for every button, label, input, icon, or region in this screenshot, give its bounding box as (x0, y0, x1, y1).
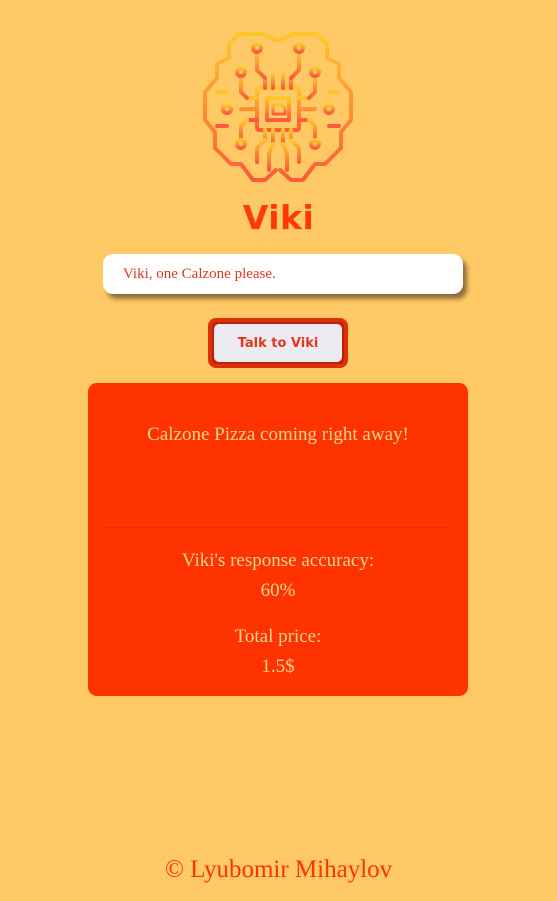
query-input[interactable] (103, 254, 463, 294)
accuracy-label: Viki's response accuracy: (181, 550, 375, 571)
price-value: 1.5$ (261, 656, 295, 677)
panel-divider (104, 527, 452, 528)
price-label: Total price: (234, 626, 322, 647)
footer-copyright: © Lyubomir Mihaylov (164, 856, 393, 883)
brain-circuit-icon (203, 32, 353, 182)
accuracy-value: 60% (260, 580, 296, 601)
response-panel: Calzone Pizza coming right away! Viki's … (88, 383, 468, 696)
talk-to-viki-button[interactable]: Talk to Viki (208, 318, 348, 368)
app-title: Viki (242, 198, 315, 237)
talk-button-label: Talk to Viki (214, 324, 342, 362)
response-message: Calzone Pizza coming right away! (147, 424, 409, 445)
